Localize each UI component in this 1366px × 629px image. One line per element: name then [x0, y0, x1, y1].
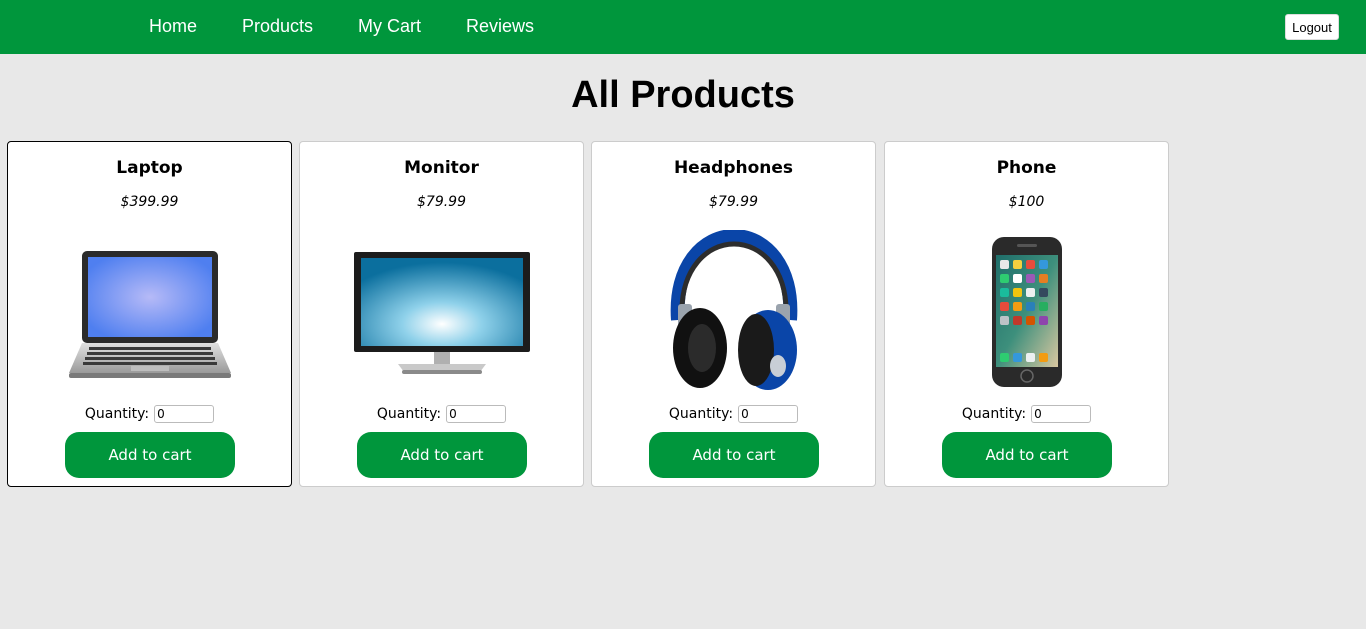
nav-home-link[interactable]: Home — [149, 16, 197, 37]
quantity-label: Quantity: — [376, 406, 442, 422]
nav-my-cart-link[interactable]: My Cart — [358, 16, 421, 37]
product-card-headphones: Headphones $79.99 Quantity: Add to cart — [591, 141, 876, 487]
nav-products-link[interactable]: Products — [242, 16, 313, 37]
quantity-input[interactable] — [1031, 405, 1092, 423]
product-price: $79.99 — [709, 194, 758, 210]
page-title: All Products — [571, 74, 795, 116]
quantity-label: Quantity: — [668, 406, 734, 422]
add-to-cart-button[interactable]: Add to cart — [65, 432, 235, 478]
quantity-row: Quantity: — [300, 405, 583, 423]
quantity-input[interactable] — [446, 405, 507, 423]
product-card-laptop: Laptop $399.99 Quantity: 0 Add to cart — [7, 141, 292, 487]
product-name: Headphones — [673, 158, 794, 178]
product-card-monitor: Monitor $79.99 Quantity: Add to cart — [299, 141, 584, 487]
product-name: Phone — [996, 158, 1057, 178]
add-to-cart-button[interactable]: Add to cart — [942, 432, 1112, 478]
quantity-row: Quantity: — [8, 405, 291, 423]
quantity-input[interactable] — [738, 405, 799, 423]
product-name: Monitor — [404, 158, 479, 178]
laptop-image — [8, 230, 291, 395]
product-price: $100 — [1008, 194, 1045, 210]
add-to-cart-button[interactable]: Add to cart — [649, 432, 819, 478]
quantity-label: Quantity: — [84, 406, 150, 422]
quantity-row: Quantity: — [885, 405, 1168, 423]
phone-image — [885, 230, 1168, 395]
product-card-phone: Phone $100 Quantity: 0 Add to cart — [884, 141, 1169, 487]
headphones-image — [592, 230, 875, 395]
navbar: Home Products My Cart Reviews Logout — [0, 0, 1366, 54]
monitor-image — [300, 230, 583, 395]
nav-reviews-link[interactable]: Reviews — [466, 16, 534, 37]
quantity-input[interactable] — [154, 405, 215, 423]
product-name: Laptop — [116, 158, 183, 178]
add-to-cart-button[interactable]: Add to cart — [357, 432, 527, 478]
logout-button[interactable]: Logout — [1285, 14, 1339, 40]
quantity-label: Quantity: — [961, 406, 1027, 422]
product-price: $79.99 — [417, 194, 466, 210]
quantity-row: Quantity: — [592, 405, 875, 423]
product-price: $399.99 — [120, 194, 179, 210]
